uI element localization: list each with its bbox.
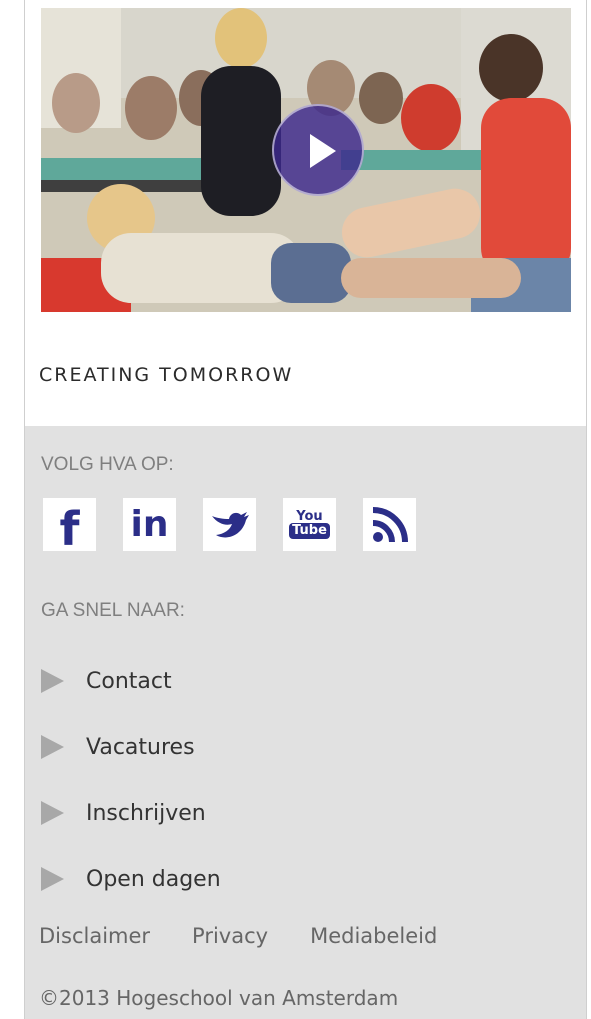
quicklinks-list: Contact Vacatures Inschrijven Open dagen: [41, 648, 221, 912]
mediabeleid-link[interactable]: Mediabeleid: [310, 924, 437, 948]
video-thumbnail[interactable]: [41, 8, 571, 312]
arrow-right-icon: [41, 867, 64, 891]
disclaimer-link[interactable]: Disclaimer: [39, 924, 150, 948]
linkedin-glyph: in: [130, 504, 169, 545]
arrow-right-icon: [41, 735, 64, 759]
quicklink-inschrijven[interactable]: Inschrijven: [41, 780, 221, 846]
youtube-icon[interactable]: You Tube: [283, 498, 336, 551]
footer-links: Disclaimer Privacy Mediabeleid: [39, 924, 479, 948]
youtube-glyph-bottom: Tube: [289, 523, 330, 539]
social-icons: f in You Tube: [43, 498, 443, 556]
tagline: CREATING TOMORROW: [39, 364, 294, 386]
facebook-glyph: f: [59, 501, 80, 556]
play-button[interactable]: [272, 104, 364, 196]
copyright-text: ©2013 Hogeschool van Amsterdam: [39, 986, 399, 1010]
twitter-bird-icon: [211, 511, 249, 537]
play-icon: [310, 134, 336, 168]
facebook-icon[interactable]: f: [43, 498, 96, 556]
quicklink-open-dagen[interactable]: Open dagen: [41, 846, 221, 912]
twitter-icon[interactable]: [203, 498, 256, 551]
page-frame: CREATING TOMORROW VOLG HVA OP: f in You …: [24, 0, 587, 1019]
quicklink-contact[interactable]: Contact: [41, 648, 221, 714]
quicklink-label: Contact: [86, 668, 172, 694]
quicklink-label: Open dagen: [86, 866, 221, 892]
quicklink-vacatures[interactable]: Vacatures: [41, 714, 221, 780]
arrow-right-icon: [41, 801, 64, 825]
linkedin-icon[interactable]: in: [123, 498, 176, 551]
arrow-right-icon: [41, 669, 64, 693]
quicklink-label: Vacatures: [86, 734, 195, 760]
rss-icon[interactable]: [363, 498, 416, 551]
footer-panel: VOLG HVA OP: f in You Tube GA SNEL NAAR:…: [25, 426, 586, 1019]
hero-section: CREATING TOMORROW: [25, 0, 586, 426]
quicklinks-label: GA SNEL NAAR:: [41, 600, 185, 621]
quicklink-label: Inschrijven: [86, 800, 206, 826]
youtube-glyph-top: You: [296, 509, 323, 524]
rss-feed-icon: [372, 506, 408, 542]
privacy-link[interactable]: Privacy: [192, 924, 268, 948]
youtube-logo: You Tube: [289, 510, 330, 539]
follow-label: VOLG HVA OP:: [41, 454, 174, 475]
